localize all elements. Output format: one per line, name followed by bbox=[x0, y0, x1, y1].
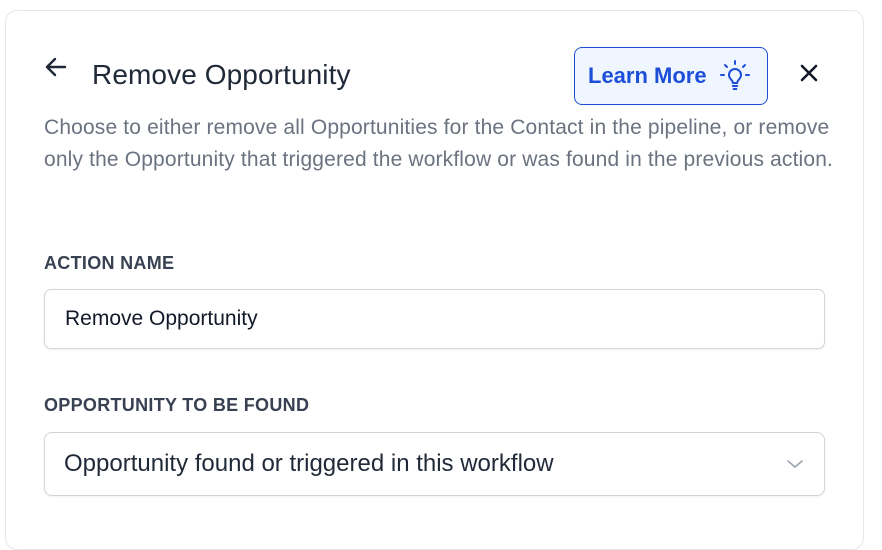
chevron-down-icon bbox=[786, 458, 804, 470]
opportunity-to-be-found-label: OPPORTUNITY TO BE FOUND bbox=[44, 395, 310, 415]
close-icon bbox=[799, 63, 819, 88]
page-title: Remove Opportunity bbox=[92, 59, 351, 90]
action-description: Choose to either remove all Opportunitie… bbox=[44, 116, 834, 171]
opportunity-to-be-found-select[interactable]: Opportunity found or triggered in this w… bbox=[44, 432, 825, 496]
action-name-label: ACTION NAME bbox=[44, 253, 175, 273]
action-name-input[interactable] bbox=[44, 289, 825, 349]
learn-more-button[interactable]: Learn More bbox=[574, 47, 768, 105]
learn-more-label: Learn More bbox=[588, 63, 707, 88]
back-button[interactable] bbox=[38, 51, 74, 87]
arrow-left-icon bbox=[43, 54, 69, 85]
lightbulb-icon bbox=[719, 59, 751, 93]
close-button[interactable] bbox=[792, 58, 826, 92]
select-value: Opportunity found or triggered in this w… bbox=[64, 450, 554, 477]
